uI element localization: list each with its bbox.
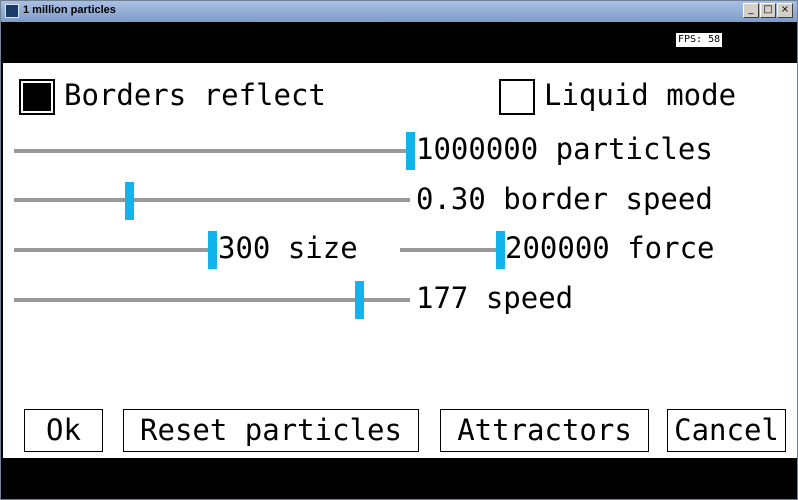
borders-reflect-checkbox[interactable] — [19, 79, 55, 115]
close-button[interactable]: × — [777, 3, 793, 18]
app-window: 1 million particles _ □ × FPS: 58 Border… — [0, 0, 798, 500]
border-speed-value-label: 0.30 border speed — [416, 182, 713, 216]
particles-slider-track[interactable] — [14, 149, 410, 153]
force-value-label: 200000 force — [505, 231, 715, 265]
liquid-mode-checkbox[interactable] — [499, 79, 535, 115]
force-slider-track[interactable] — [400, 248, 500, 252]
window-controls: _ □ × — [743, 3, 793, 18]
reset-particles-button[interactable]: Reset particles — [123, 409, 419, 452]
borders-reflect-label: Borders reflect — [64, 78, 326, 112]
border-speed-slider-track[interactable] — [14, 198, 410, 202]
minimize-button[interactable]: _ — [743, 3, 759, 18]
bottom-black-bar — [3, 458, 797, 499]
maximize-button[interactable]: □ — [760, 3, 776, 18]
borders-reflect-check-mark — [23, 83, 51, 111]
size-slider-thumb[interactable] — [208, 231, 217, 269]
force-slider-thumb[interactable] — [496, 231, 505, 269]
settings-panel: Borders reflect Liquid mode 1000000 part… — [3, 63, 797, 458]
size-slider-track[interactable] — [14, 248, 212, 252]
cancel-button[interactable]: Cancel — [667, 409, 786, 452]
speed-value-label: 177 speed — [416, 281, 574, 315]
fps-counter: FPS: 58 — [676, 33, 723, 47]
speed-slider-track[interactable] — [14, 298, 410, 302]
particles-value-label: 1000000 particles — [416, 132, 713, 166]
liquid-mode-label: Liquid mode — [544, 78, 737, 112]
window-title: 1 million particles — [23, 4, 116, 16]
particles-slider-thumb[interactable] — [406, 132, 415, 170]
attractors-button[interactable]: Attractors — [440, 409, 649, 452]
liquid-mode-check-mark — [503, 83, 531, 111]
size-value-label: 300 size — [218, 231, 358, 265]
border-speed-slider-thumb[interactable] — [124, 182, 134, 220]
title-bar[interactable]: 1 million particles _ □ × — [1, 1, 797, 22]
ok-button[interactable]: Ok — [24, 409, 103, 452]
app-icon — [5, 4, 19, 18]
speed-slider-thumb[interactable] — [354, 281, 364, 319]
